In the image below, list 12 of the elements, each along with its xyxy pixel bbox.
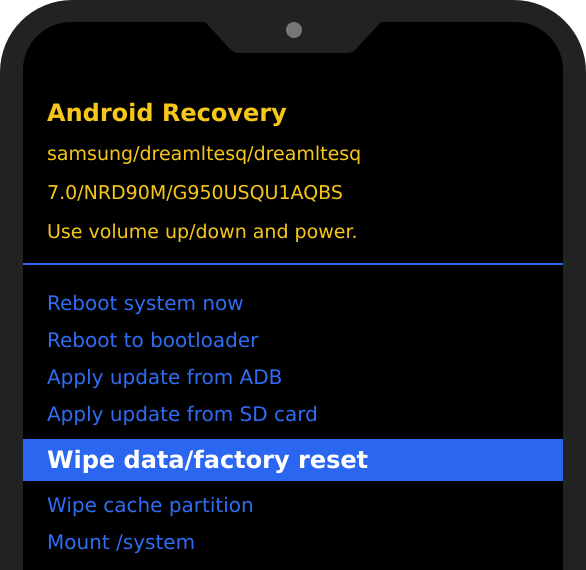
recovery-title: Android Recovery [47,98,287,128]
menu-item[interactable]: Reboot to bootloader [23,322,563,359]
device-info-text: Use volume up/down and power. [47,220,358,245]
menu-item[interactable]: Mount /system [23,524,563,561]
menu-item[interactable]: Apply update from SD card [23,396,563,433]
device-info-text: 7.0/NRD90M/G950USQU1AQBS [47,181,343,206]
device-info-text: samsung/dreamltesq/dreamltesq [47,142,362,167]
menu-item[interactable]: Reboot system now [23,285,563,322]
menu-item[interactable]: Wipe data/factory reset [23,439,563,481]
notch-camera-icon [205,22,381,53]
menu-item[interactable]: Wipe cache partition [23,487,563,524]
menu-item[interactable]: Apply update from ADB [23,359,563,396]
